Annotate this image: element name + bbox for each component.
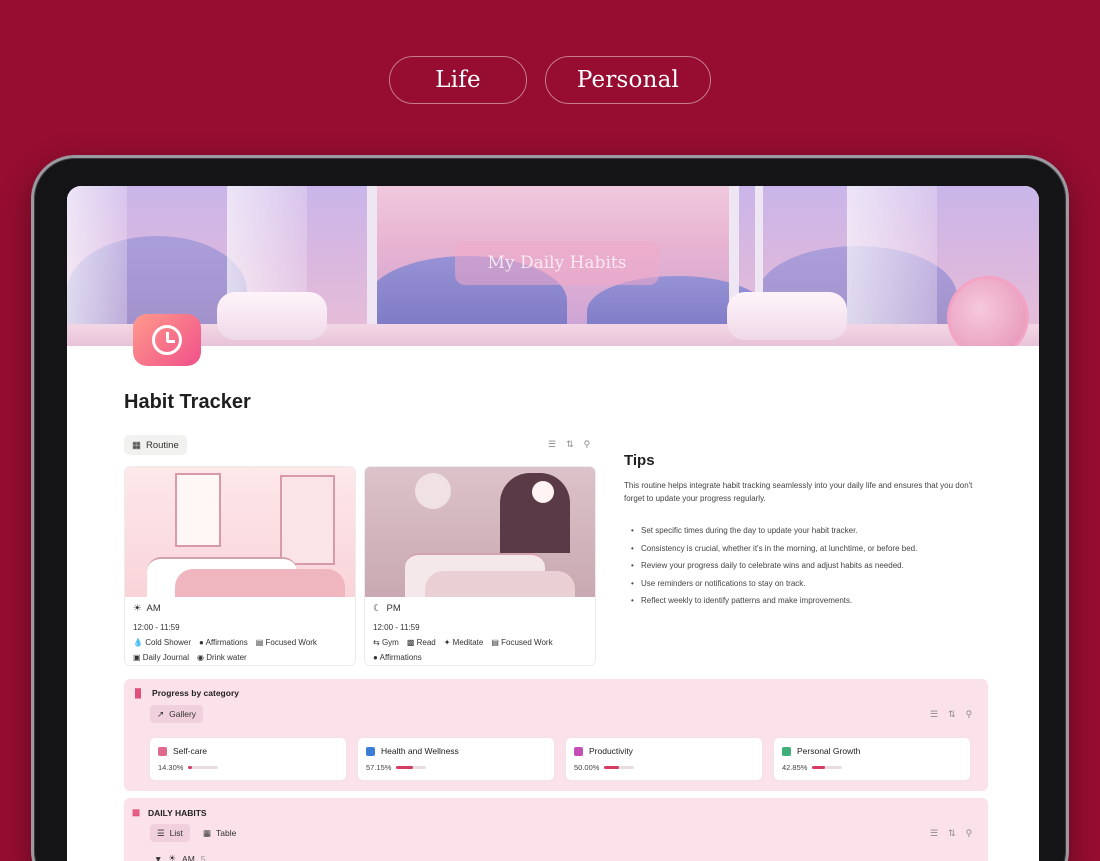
bedroom-night-illustration: [365, 467, 595, 597]
tag-item: ▣ Daily Journal: [133, 653, 190, 662]
sort-icon[interactable]: ⇅: [948, 828, 956, 839]
filter-icon[interactable]: ☰: [930, 828, 938, 839]
sun-icon: ☀: [133, 603, 142, 614]
tag-life: Life: [389, 56, 527, 104]
tips-item: Reflect weekly to identify patterns and …: [631, 596, 917, 614]
tag-item: ▤ Focused Work: [255, 638, 317, 647]
list-icon: ☰: [157, 827, 165, 838]
cover-banner: My Daily Habits: [67, 186, 1039, 346]
view-tab-routine[interactable]: ▦ Routine: [124, 435, 187, 455]
routine-toolbar: ☰ ⇅ ⚲: [548, 439, 590, 450]
routine-time: 12:00 - 11:59: [133, 623, 180, 632]
gallery-grid-icon: ▦: [132, 439, 141, 451]
category-name: Personal Growth: [797, 746, 861, 756]
progress-bar: [396, 766, 426, 769]
progress-bar: [812, 766, 842, 769]
lotus-icon: [158, 746, 167, 756]
tag-row: Life Personal: [0, 56, 1100, 104]
category-card-health[interactable]: Health and Wellness 57.15%: [358, 738, 554, 780]
tag-item: ● Affirmations: [373, 653, 422, 662]
moon-icon: ☾: [373, 603, 382, 614]
search-icon[interactable]: ⚲: [584, 439, 591, 450]
banner-title: My Daily Habits: [455, 241, 659, 285]
view-tab-list[interactable]: ☰ List: [150, 824, 190, 842]
view-tab-label: List: [169, 828, 183, 838]
daily-habits-panel: ▩ DAILY HABITS ☰ List ▦ Table ☰ ⇅ ⚲ ▼ ☀ …: [124, 798, 988, 861]
table-icon: ▦: [203, 827, 212, 838]
category-percent: 50.00%: [574, 763, 600, 772]
tag-item: ▩ Read: [406, 638, 436, 647]
sort-icon[interactable]: ⇅: [948, 709, 956, 720]
tablet-frame: My Daily Habits Habit Tracker ▦ Routine …: [31, 155, 1069, 861]
category-percent: 14.30%: [158, 763, 184, 772]
tips-item: Use reminders or notifications to stay o…: [631, 579, 917, 597]
tag-item: ⇆ Gym: [373, 638, 399, 647]
clock-decoration: [947, 276, 1029, 346]
search-icon[interactable]: ⚲: [966, 709, 973, 720]
heart-shield-icon: [366, 746, 375, 756]
tips-list: Set specific times during the day to upd…: [631, 526, 917, 614]
progress-toolbar: ☰ ⇅ ⚲: [930, 709, 972, 720]
view-tab-table[interactable]: ▦ Table: [196, 824, 243, 842]
category-card-personal-growth[interactable]: Personal Growth 42.85%: [774, 738, 970, 780]
tips-item: Review your progress daily to celebrate …: [631, 561, 917, 579]
growth-chart-icon: [782, 746, 791, 756]
sort-icon[interactable]: ⇅: [566, 439, 574, 450]
routine-name: PM: [386, 603, 401, 614]
group-header-am[interactable]: ▼ ☀ AM 5: [154, 853, 206, 861]
daily-habits-toolbar: ☰ ⇅ ⚲: [930, 828, 972, 839]
bedroom-day-illustration: [125, 467, 355, 597]
tag-item: ◉ Drink water: [197, 653, 247, 662]
category-name: Health and Wellness: [381, 746, 459, 756]
filter-icon[interactable]: ☰: [930, 709, 938, 720]
routine-time: 12:00 - 11:59: [373, 623, 420, 632]
page-clock-icon[interactable]: [133, 314, 201, 366]
view-tab-label: Table: [216, 828, 237, 838]
category-percent: 57.15%: [366, 763, 392, 772]
category-name: Self-care: [173, 746, 208, 756]
category-name: Productivity: [589, 746, 633, 756]
progress-bar: [188, 766, 218, 769]
sparkle-icon: [574, 746, 583, 756]
filter-icon[interactable]: ☰: [548, 439, 556, 450]
view-tab-gallery[interactable]: ↗ Gallery: [150, 705, 204, 723]
tag-item: 💧 Cold Shower: [133, 638, 191, 647]
category-percent: 42.85%: [782, 763, 808, 772]
search-icon[interactable]: ⚲: [966, 828, 973, 839]
routine-name: AM: [146, 603, 161, 614]
category-card-productivity[interactable]: Productivity 50.00%: [566, 738, 762, 780]
view-tab-label: Gallery: [169, 709, 197, 719]
progress-bar: [604, 766, 634, 769]
tag-personal: Personal: [545, 56, 711, 104]
calendar-icon: ▩: [132, 807, 141, 817]
tips-item: Set specific times during the day to upd…: [631, 526, 917, 544]
tag-item: ● Affirmations: [199, 638, 248, 647]
notion-page: My Daily Habits Habit Tracker ▦ Routine …: [67, 186, 1039, 861]
sun-icon: ☀: [168, 853, 177, 861]
caret-down-icon: ▼: [154, 853, 163, 861]
page-title: Habit Tracker: [124, 391, 251, 413]
tips-heading: Tips: [624, 452, 655, 469]
chart-icon: ▐▌: [132, 688, 145, 698]
progress-title: Progress by category: [152, 688, 239, 698]
group-count: 5: [200, 853, 206, 861]
routine-card-pm[interactable]: ☾ PM 12:00 - 11:59 ⇆ Gym ▩ Read ✦ Medita…: [364, 466, 596, 666]
category-card-self-care[interactable]: Self-care 14.30%: [150, 738, 346, 780]
chart-line-icon: ↗: [157, 708, 165, 719]
daily-habits-title: DAILY HABITS: [148, 807, 207, 818]
tag-item: ✦ Meditate: [443, 638, 484, 647]
view-tab-label: Routine: [145, 439, 179, 451]
tag-item: ▤ Focused Work: [491, 638, 553, 647]
tips-intro: This routine helps integrate habit track…: [624, 481, 973, 503]
progress-panel: ▐▌ Progress by category ↗ Gallery ☰ ⇅ ⚲ …: [124, 679, 988, 791]
group-label: AM: [182, 853, 195, 861]
routine-card-am[interactable]: ☀ AM 12:00 - 11:59 💧 Cold Shower ● Affir…: [124, 466, 356, 666]
tips-item: Consistency is crucial, whether it's in …: [631, 544, 917, 562]
